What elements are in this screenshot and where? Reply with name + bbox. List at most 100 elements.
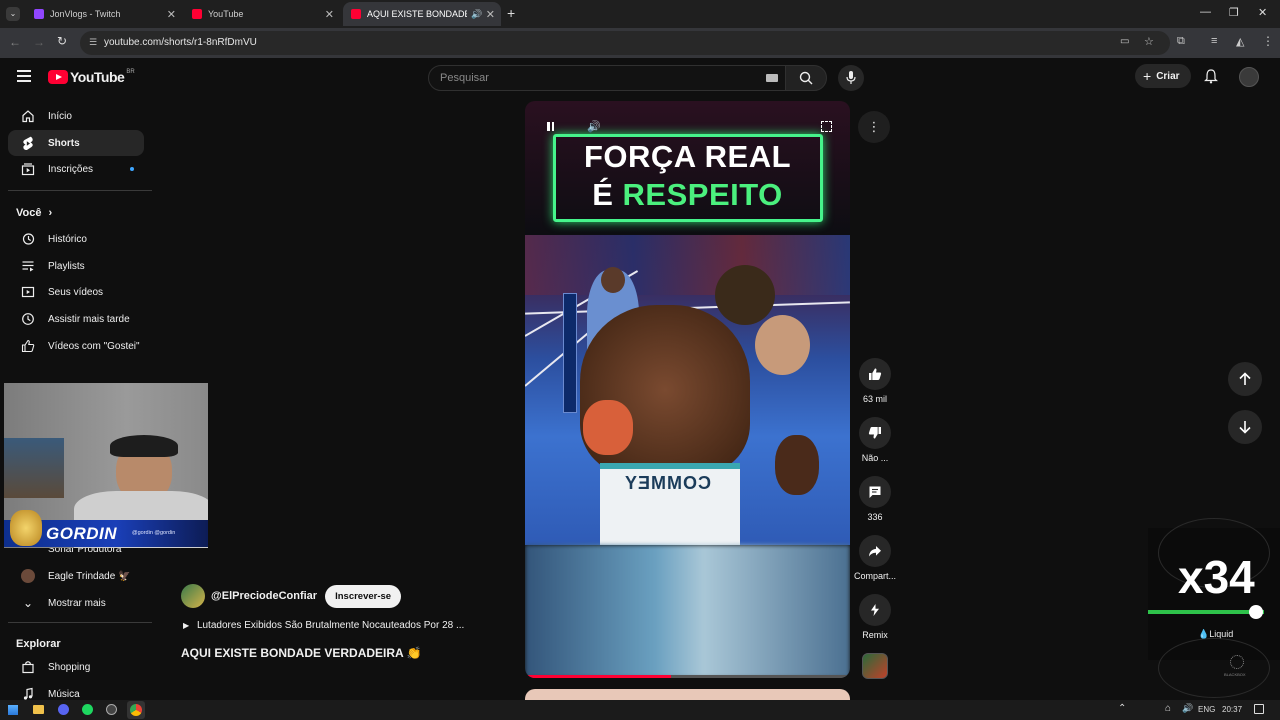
keyboard-icon[interactable] bbox=[766, 74, 778, 82]
close-tab-icon[interactable]: ✕ bbox=[486, 8, 495, 21]
search-input[interactable]: Pesquisar bbox=[428, 65, 786, 91]
back-icon[interactable]: ← bbox=[9, 35, 21, 49]
remix-button[interactable]: Remix bbox=[855, 594, 895, 640]
voice-search-button[interactable] bbox=[838, 65, 864, 91]
close-window-icon[interactable]: ✕ bbox=[1258, 6, 1267, 19]
obs-icon[interactable] bbox=[106, 704, 117, 715]
notifications-bell-icon[interactable] bbox=[1204, 69, 1218, 84]
discord-icon[interactable] bbox=[58, 704, 69, 715]
next-short-button[interactable] bbox=[1228, 410, 1262, 444]
sidebar-item-subscription[interactable]: Eagle Trindade 🦅 bbox=[8, 563, 144, 589]
share-button[interactable]: Compart... bbox=[853, 535, 897, 581]
youtube-logo[interactable]: YouTube BR bbox=[48, 69, 135, 85]
twitch-icon bbox=[34, 9, 44, 19]
pause-icon[interactable] bbox=[547, 122, 554, 131]
restore-icon[interactable]: ❐ bbox=[1229, 6, 1239, 19]
sidebar-item-your-videos[interactable]: Seus vídeos bbox=[8, 279, 144, 305]
subscribe-button[interactable]: Inscrever-se bbox=[325, 584, 402, 608]
comments-button[interactable]: 336 bbox=[855, 476, 895, 522]
sidebar-item-label: Inscrições bbox=[48, 163, 94, 175]
notifications-icon[interactable] bbox=[1254, 704, 1264, 714]
sidebar-item-watch-later[interactable]: Assistir mais tarde bbox=[8, 306, 144, 332]
reload-icon[interactable]: ↻ bbox=[57, 34, 67, 48]
create-label: Criar bbox=[1156, 70, 1180, 82]
sound-thumbnail[interactable] bbox=[862, 653, 888, 679]
widget-slider-track bbox=[1148, 610, 1264, 614]
tray-chevron-up-icon[interactable]: ⌃ bbox=[1118, 703, 1126, 714]
like-count: 63 mil bbox=[862, 394, 887, 404]
previous-short-button[interactable] bbox=[1228, 362, 1262, 396]
new-tab-button[interactable]: + bbox=[507, 5, 515, 21]
extensions-icon[interactable]: ⧉ bbox=[1177, 35, 1185, 48]
tray-network-icon[interactable]: ⌂ bbox=[1165, 703, 1171, 714]
playlists-icon bbox=[8, 259, 48, 273]
overlay-line-2: É RESPEITO bbox=[592, 177, 783, 212]
streamer-cap bbox=[110, 435, 178, 457]
tab-youtube[interactable]: YouTube ✕ bbox=[184, 2, 340, 26]
media-controls-icon[interactable]: ≡ bbox=[1211, 35, 1217, 47]
youtube-wordmark: YouTube bbox=[70, 69, 125, 85]
sidebar-item-liked-videos[interactable]: Vídeos com "Gostei" bbox=[8, 333, 144, 359]
tab-twitch[interactable]: JonVlogs - Twitch ✕ bbox=[26, 2, 182, 26]
you-section-title[interactable]: Você › bbox=[16, 207, 52, 219]
dislike-button[interactable]: Não ... bbox=[855, 417, 895, 463]
channel-name[interactable]: @ElPreciodeConfiar bbox=[211, 590, 317, 602]
next-short-preview[interactable] bbox=[525, 689, 850, 700]
minimize-icon[interactable]: — bbox=[1200, 6, 1211, 18]
volume-icon[interactable]: 🔊 bbox=[587, 120, 601, 133]
tray-language[interactable]: ENG bbox=[1198, 705, 1215, 714]
channel-avatar[interactable] bbox=[181, 584, 205, 608]
boxing-scene: COMMEY bbox=[525, 235, 850, 545]
opponent-head bbox=[755, 315, 810, 375]
spotify-icon[interactable] bbox=[82, 704, 93, 715]
avatar[interactable] bbox=[1239, 67, 1259, 87]
chrome-icon[interactable] bbox=[127, 701, 145, 719]
windows-start-icon[interactable] bbox=[8, 705, 18, 715]
sidebar-item-shorts[interactable]: Shorts bbox=[8, 130, 144, 156]
playlist-link[interactable]: ▶ Lutadores Exibidos São Brutalmente Noc… bbox=[183, 620, 464, 631]
tab-search-dropdown[interactable]: ⌄ bbox=[6, 7, 20, 21]
fullscreen-icon[interactable] bbox=[821, 121, 832, 132]
blackbox-logo-icon bbox=[1230, 655, 1244, 669]
tab-current-short[interactable]: AQUI EXISTE BONDADE VE 🔊 ✕ bbox=[343, 2, 501, 26]
sidebar-item-history[interactable]: Histórico bbox=[8, 226, 144, 252]
tray-volume-icon[interactable]: 🔊 bbox=[1182, 703, 1193, 714]
sidebar-item-subscriptions[interactable]: Inscrições bbox=[8, 156, 144, 182]
gold-mascot-icon bbox=[10, 510, 42, 546]
create-button[interactable]: + Criar bbox=[1135, 64, 1191, 88]
audio-playing-icon[interactable]: 🔊 bbox=[471, 9, 482, 20]
browser-menu-icon[interactable]: ⋮ bbox=[1262, 34, 1274, 48]
bookmark-star-icon[interactable]: ☆ bbox=[1144, 35, 1154, 48]
sidebar-item-playlists[interactable]: Playlists bbox=[8, 253, 144, 279]
multiplier-value: x34 bbox=[1178, 551, 1255, 603]
sidebar-item-label: Histórico bbox=[48, 233, 87, 245]
close-tab-icon[interactable]: ✕ bbox=[167, 8, 176, 21]
url-bar[interactable]: ☰ youtube.com/shorts/r1-8nRfDmVU ▭ ☆ bbox=[80, 31, 1170, 55]
your-videos-icon bbox=[8, 285, 48, 299]
like-button[interactable]: 63 mil bbox=[855, 358, 895, 404]
more-options-button[interactable]: ⋮ bbox=[858, 111, 890, 143]
sidebar-item-label: Seus vídeos bbox=[48, 286, 104, 298]
sidebar-item-label: Assistir mais tarde bbox=[48, 313, 130, 325]
video-progress-bar[interactable] bbox=[525, 675, 850, 678]
sidebar-item-label: Shopping bbox=[48, 661, 91, 673]
webcam-shelf bbox=[4, 438, 64, 498]
sidebar-item-label: Shorts bbox=[48, 137, 80, 149]
profile-icon[interactable]: ◭ bbox=[1236, 35, 1244, 48]
close-tab-icon[interactable]: ✕ bbox=[325, 8, 334, 21]
show-more-button[interactable]: ⌄ Mostrar mais bbox=[8, 590, 144, 616]
search-button[interactable] bbox=[785, 65, 827, 91]
site-info-icon[interactable]: ☰ bbox=[89, 37, 97, 48]
file-explorer-icon[interactable] bbox=[33, 705, 44, 714]
sidebar-item-shopping[interactable]: Shopping bbox=[8, 654, 144, 680]
forward-icon[interactable]: → bbox=[33, 35, 45, 49]
glove-left bbox=[583, 400, 633, 455]
tray-clock[interactable]: 20:37 bbox=[1222, 705, 1242, 714]
overlay-line-1: FORÇA REAL bbox=[583, 139, 792, 174]
liked-icon bbox=[8, 339, 48, 353]
hamburger-menu-icon[interactable] bbox=[17, 70, 31, 82]
shorts-video-player[interactable]: FORÇA REAL É RESPEITO COMMEY 🔊 bbox=[525, 101, 850, 678]
sidebar-item-label: Início bbox=[48, 110, 72, 122]
cast-icon[interactable]: ▭ bbox=[1120, 36, 1129, 47]
sidebar-item-home[interactable]: Início bbox=[8, 103, 144, 129]
